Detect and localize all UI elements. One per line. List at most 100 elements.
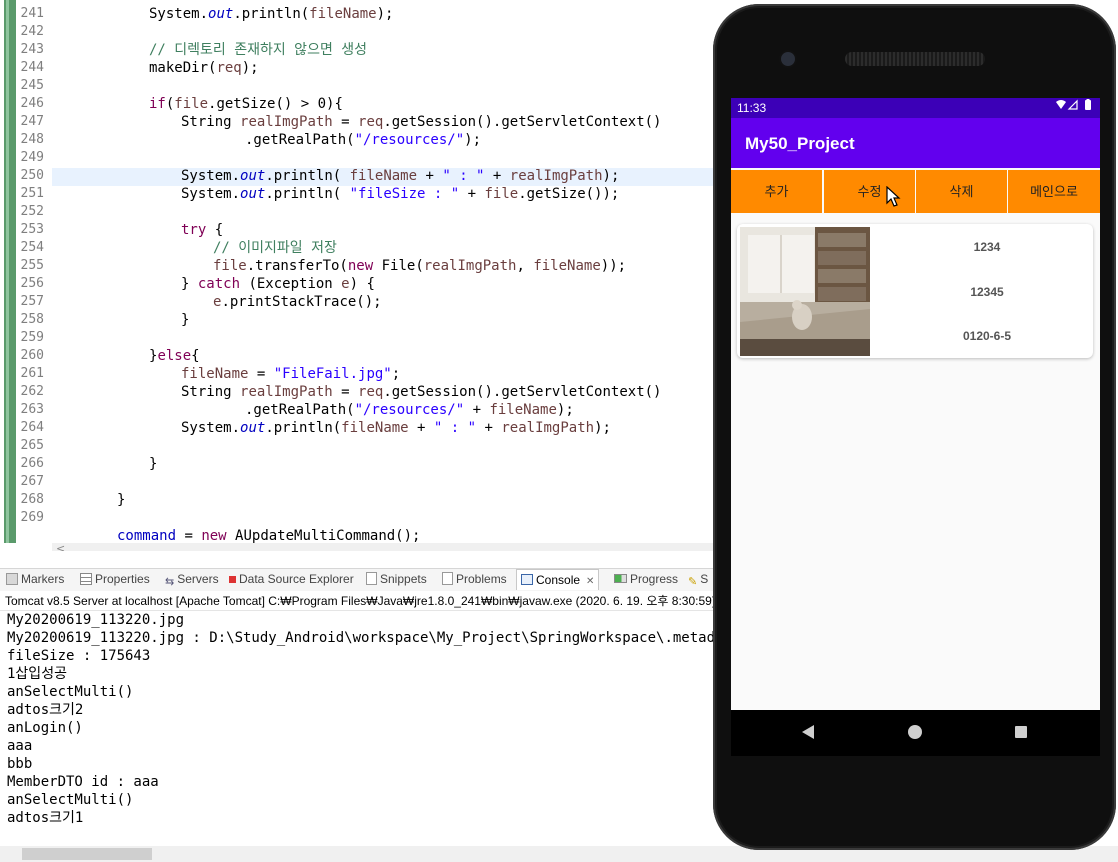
code-token: try [181, 222, 207, 238]
front-camera-icon [779, 50, 797, 68]
code-token: out [240, 168, 266, 184]
code-token: .getRealPath( [245, 402, 355, 418]
tab-progress[interactable]: Progress [614, 572, 678, 586]
main-button[interactable]: 메인으로 [1008, 170, 1100, 213]
code-line-259[interactable]: }else{ [149, 347, 200, 365]
code-line-247[interactable]: .getRealPath("/resources/"); [245, 131, 481, 149]
change-ruler-highlight [6, 0, 9, 543]
code-token: + [417, 168, 443, 184]
code-token: catch [197, 276, 241, 292]
speaker-grille [845, 52, 985, 66]
tab-problems[interactable]: Problems [442, 572, 507, 586]
code-token: new [347, 258, 374, 274]
console-line: 1삽입성공 [7, 666, 67, 682]
tab-data-source-explorer[interactable]: Data Source Explorer [229, 572, 354, 586]
code-token: ); [464, 132, 482, 148]
console-line: adtos크기1 [7, 810, 84, 826]
code-token: req [358, 114, 384, 130]
line-number: 244 [20, 60, 44, 75]
delete-button[interactable]: 삭제 [916, 170, 1007, 213]
console-output[interactable]: My20200619_113220.jpg My20200619_113220.j… [0, 611, 740, 846]
console-line: adtos크기2 [7, 702, 84, 718]
code-token: makeDir( [149, 60, 217, 76]
code-token: , [516, 258, 534, 274]
code-token: out [240, 420, 266, 436]
line-number: 246 [20, 96, 44, 111]
code-line-262[interactable]: .getRealPath("/resources/" + fileName); [245, 401, 574, 419]
code-line-240[interactable]: System.out.println(fileName); [54, 5, 393, 23]
tab-search[interactable]: ✎ S [688, 572, 708, 588]
tab-servers[interactable]: ⇆ Servers [165, 572, 219, 588]
code-token: ; [391, 366, 401, 382]
code-line-245[interactable]: if(file.getSize() > 0){ [149, 95, 343, 113]
code-token: realImgPath [423, 258, 517, 274]
code-token: .transferTo( [246, 258, 348, 274]
close-icon[interactable]: ✕ [586, 576, 594, 587]
code-token: ); [556, 402, 574, 418]
line-number: 264 [20, 420, 44, 435]
line-number: 262 [20, 384, 44, 399]
code-line-267[interactable]: } [117, 491, 125, 509]
code-token: .getRealPath( [245, 132, 355, 148]
tab-markers[interactable]: Markers [6, 572, 64, 586]
code-token: + [484, 168, 510, 184]
line-number: 269 [20, 510, 44, 525]
code-line-253[interactable]: // 이미지파일 저장 [213, 239, 337, 257]
console-line: bbb [7, 756, 33, 772]
code-line-246[interactable]: String realImgPath = req.getSession().ge… [181, 113, 661, 131]
code-token: + [476, 420, 502, 436]
database-icon [229, 576, 236, 583]
code-line-257[interactable]: } [181, 311, 189, 329]
servers-icon: ⇆ [165, 576, 175, 588]
line-number: 253 [20, 222, 44, 237]
tab-snippets[interactable]: Snippets [366, 572, 427, 586]
code-line-250[interactable]: System.out.println( "fileSize : " + file… [181, 185, 619, 203]
add-button[interactable]: 추가 [731, 170, 822, 213]
line-number: 250 [20, 168, 44, 183]
code-line-261[interactable]: String realImgPath = req.getSession().ge… [181, 383, 661, 401]
phone-screen[interactable]: 11:33 My50_Project 추가 수정 삭제 메인으로 1234 12… [731, 98, 1100, 710]
status-bar: 11:33 [731, 98, 1100, 118]
code-line-242[interactable]: // 디렉토리 존재하지 않으면 생성 [149, 41, 367, 59]
code-line-265[interactable]: } [149, 455, 157, 473]
app-title: My50_Project [745, 134, 855, 153]
code-token: "fileSize : " [349, 186, 460, 202]
line-number: 241 [20, 6, 44, 21]
line-number: 252 [20, 204, 44, 219]
code-token: String [181, 114, 241, 130]
back-icon[interactable] [801, 724, 815, 740]
home-icon[interactable] [907, 724, 923, 740]
line-number: 254 [20, 240, 44, 255]
line-number: 268 [20, 492, 44, 507]
code-token: System. [149, 6, 209, 22]
editor-bottom-gap [0, 551, 740, 566]
console-line: anSelectMulti() [7, 792, 134, 808]
code-token: file [484, 186, 519, 202]
code-token: new [201, 528, 227, 544]
code-line-260[interactable]: fileName = "FileFail.jpg"; [181, 365, 400, 383]
code-token: String [181, 384, 241, 400]
console-line: fileSize : 175643 [7, 648, 151, 664]
recents-icon[interactable] [1014, 724, 1028, 740]
code-line-252[interactable]: try { [181, 221, 223, 239]
snippets-icon [366, 572, 377, 585]
code-line-255[interactable]: } catch (Exception e) { [181, 275, 375, 293]
code-line-243[interactable]: makeDir(req); [149, 59, 259, 77]
console-line: aaa [7, 738, 33, 754]
code-token: "FileFail.jpg" [273, 366, 392, 382]
list-item-card[interactable]: 1234 12345 0120-6-5 [737, 224, 1093, 358]
code-line-263[interactable]: System.out.println(fileName + " : " + re… [181, 419, 611, 437]
tab-console[interactable]: Console ✕ [516, 569, 600, 590]
progress-icon [614, 574, 627, 583]
code-line-249[interactable]: System.out.println( fileName + " : " + r… [181, 167, 619, 185]
scrollbar-thumb[interactable] [22, 848, 152, 860]
tab-properties[interactable]: Properties [80, 572, 150, 586]
code-line-256[interactable]: e.printStackTrace(); [213, 293, 382, 311]
code-token: { [206, 222, 224, 238]
code-token: fileName [181, 366, 249, 382]
code-token: (Exception [240, 276, 342, 292]
console-line: My20200619_113220.jpg : D:\Study_Android… [7, 630, 740, 646]
code-line-254[interactable]: file.transferTo(new File(realImgPath, fi… [213, 257, 626, 275]
code-token: AUpdateMultiCommand(); [226, 528, 421, 544]
tab-label: Data Source Explorer [239, 572, 354, 586]
